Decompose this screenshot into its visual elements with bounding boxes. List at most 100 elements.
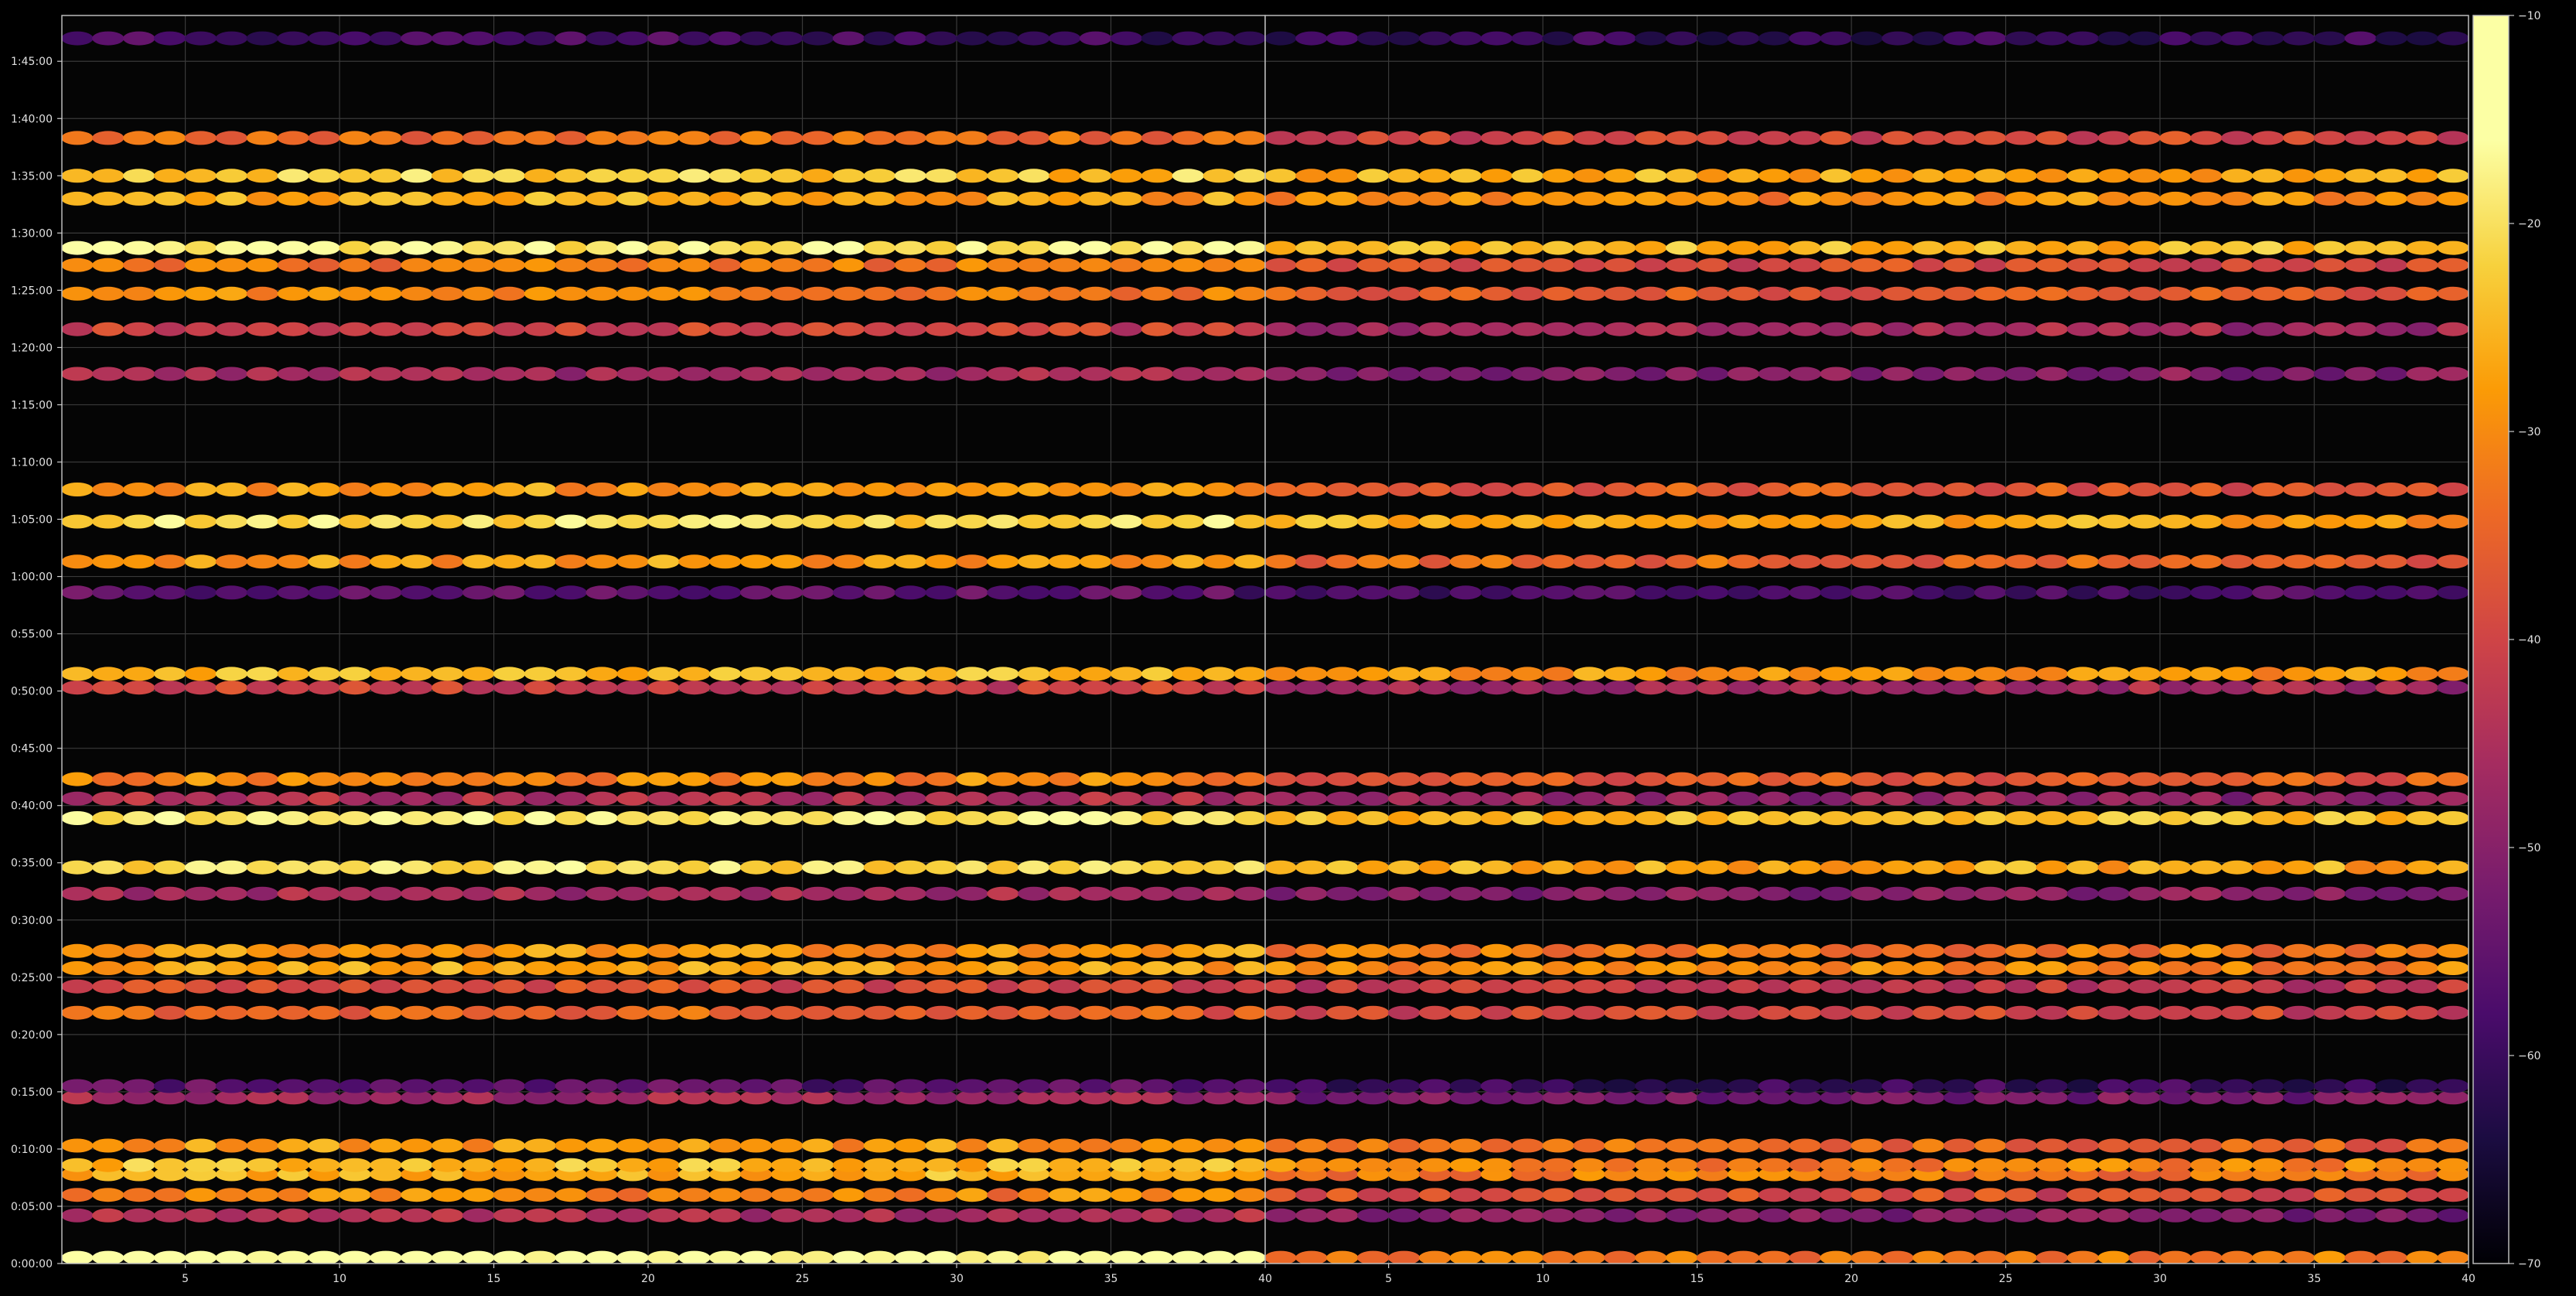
heatmap-cell — [1449, 240, 1482, 255]
heatmap-cell — [740, 1158, 773, 1172]
heatmap-cell — [153, 979, 186, 994]
heatmap-cell — [277, 131, 309, 145]
heatmap-cell — [123, 1138, 155, 1153]
heatmap-cell — [2159, 483, 2192, 496]
heatmap-cell — [894, 131, 926, 145]
heatmap-cell — [1295, 585, 1328, 600]
heatmap-cell — [215, 240, 248, 255]
heatmap-cell — [2437, 772, 2469, 786]
heatmap-cell — [647, 514, 680, 529]
heatmap-cell — [1820, 554, 1852, 569]
heatmap-cell — [462, 680, 495, 695]
heatmap-cell — [2406, 169, 2438, 183]
heatmap-cell — [1326, 979, 1359, 994]
heatmap-cell — [1172, 554, 1205, 569]
heatmap-cell — [524, 322, 557, 336]
heatmap-cell — [2097, 1158, 2130, 1172]
heatmap-cell — [1635, 1250, 1667, 1264]
heatmap-cell — [616, 1188, 649, 1202]
heatmap-cell — [2344, 1208, 2377, 1223]
heatmap-cell — [524, 811, 557, 825]
heatmap-cell — [1480, 1138, 1513, 1153]
heatmap-cell — [1387, 191, 1421, 206]
heatmap-cell — [678, 483, 711, 496]
heatmap-cell — [2097, 31, 2130, 46]
heatmap-cell — [709, 1005, 742, 1020]
heatmap-cell — [1635, 514, 1667, 529]
heatmap-cell — [2252, 943, 2284, 958]
heatmap-cell — [956, 514, 988, 529]
heatmap-cell — [2406, 791, 2438, 806]
heatmap-cell — [801, 585, 834, 600]
heatmap-cell — [1665, 811, 1698, 825]
heatmap-cell — [1665, 322, 1698, 336]
heatmap-cell — [92, 1138, 125, 1153]
heatmap-cell — [894, 1188, 926, 1202]
heatmap-cell — [894, 811, 926, 825]
heatmap-cell — [123, 791, 155, 806]
heatmap-cell — [1789, 483, 1821, 496]
heatmap-cell — [1265, 1188, 1297, 1202]
heatmap-cell — [832, 131, 865, 145]
heatmap-cell — [554, 979, 587, 994]
heatmap-cell — [1542, 667, 1575, 681]
heatmap-cell — [925, 191, 957, 206]
heatmap-cell — [215, 131, 248, 145]
heatmap-cell — [770, 169, 804, 183]
heatmap-cell — [1326, 1208, 1359, 1223]
heatmap-cell — [1079, 667, 1112, 681]
heatmap-cell — [1203, 943, 1235, 958]
heatmap-cell — [2159, 554, 2192, 569]
heatmap-cell — [1943, 1208, 1976, 1223]
heatmap-cell — [370, 772, 402, 786]
heatmap-cell — [1820, 1208, 1852, 1223]
heatmap-cell — [1696, 1005, 1729, 1020]
heatmap-cell — [153, 1138, 186, 1153]
panel-right — [1264, 15, 2469, 1264]
heatmap-cell — [1387, 667, 1421, 681]
heatmap-cell — [1418, 772, 1452, 786]
heatmap-cell — [1449, 286, 1482, 301]
heatmap-cell — [2035, 367, 2069, 381]
heatmap-cell — [524, 961, 557, 975]
heatmap-cell — [770, 367, 804, 381]
heatmap-cell — [1141, 1188, 1174, 1202]
heatmap-cell — [709, 961, 742, 975]
heatmap-cell — [2190, 286, 2223, 301]
heatmap-cell — [2221, 514, 2254, 529]
heatmap-cell — [2221, 554, 2254, 569]
heatmap-cell — [956, 1158, 988, 1172]
heatmap-cell — [1418, 514, 1452, 529]
heatmap-cell — [2035, 31, 2069, 46]
heatmap-cell — [1449, 772, 1482, 786]
heatmap-cell — [215, 1250, 248, 1264]
heatmap-cell — [1418, 1208, 1452, 1223]
heatmap-cell — [2406, 191, 2438, 206]
heatmap-cell — [1110, 680, 1143, 695]
x-tick-label: 30 — [2153, 1273, 2167, 1285]
heatmap-cell — [308, 772, 340, 786]
heatmap-cell — [616, 483, 649, 496]
heatmap-cell — [1974, 860, 2007, 875]
heatmap-cell — [863, 1158, 896, 1172]
heatmap-cell — [524, 585, 557, 600]
heatmap-cell — [246, 860, 278, 875]
heatmap-cell — [215, 1079, 248, 1093]
heatmap-cell — [462, 483, 495, 496]
heatmap-cell — [184, 191, 217, 206]
heatmap-cell — [1387, 585, 1421, 600]
heatmap-cell — [1418, 554, 1452, 569]
heatmap-cell — [1727, 367, 1760, 381]
heatmap-cell — [2066, 811, 2099, 825]
heatmap-cell — [770, 811, 804, 825]
heatmap-cell — [1943, 240, 1976, 255]
heatmap-cell — [62, 860, 94, 875]
heatmap-cell — [1387, 961, 1421, 975]
heatmap-cell — [1480, 1158, 1513, 1172]
heatmap-cell — [1326, 169, 1359, 183]
heatmap-cell — [1974, 31, 2007, 46]
heatmap-cell — [1882, 1208, 1914, 1223]
heatmap-cell — [1696, 1208, 1729, 1223]
heatmap-cell — [246, 240, 278, 255]
heatmap-cell — [894, 31, 926, 46]
